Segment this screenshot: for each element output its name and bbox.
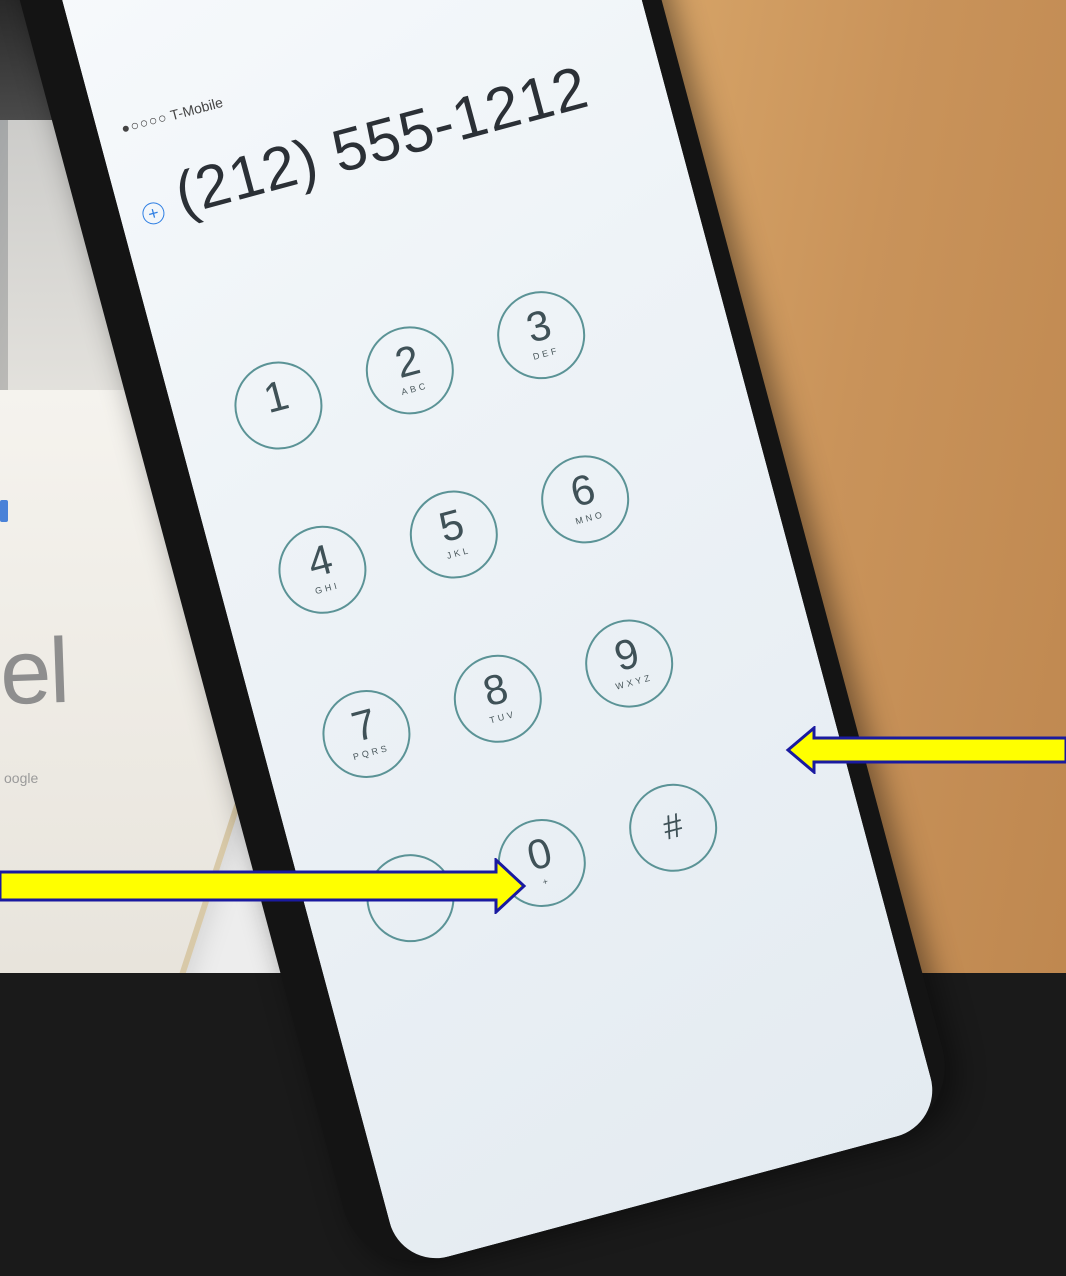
phone-screen: ●○○○○ T-Mobile + (212) 555-1212 1 2 ABC … (44, 0, 944, 1269)
arrow-pointing-to-hash-key (785, 726, 1066, 774)
key-3[interactable]: 3 DEF (487, 281, 596, 390)
arrow-pointing-to-star-key (0, 858, 527, 914)
dialer-screen: ●○○○○ T-Mobile + (212) 555-1212 1 2 ABC … (44, 0, 944, 1269)
key-6[interactable]: 6 MNO (531, 445, 640, 554)
key-5[interactable]: 5 JKL (399, 480, 508, 589)
key-2[interactable]: 2 ABC (355, 316, 464, 425)
key-4[interactable]: 4 GHI (268, 515, 377, 624)
key-symbol: # (658, 806, 687, 848)
key-7[interactable]: 7 PQRS (312, 680, 421, 788)
arrow-shape (0, 858, 527, 914)
smartphone: ●○○○○ T-Mobile + (212) 555-1212 1 2 ABC … (0, 0, 1066, 1276)
key-9[interactable]: 9 WXYZ (575, 609, 684, 718)
signal-strength: ●○○○○ (119, 108, 170, 137)
key-digit: 1 (258, 370, 294, 423)
key-hash[interactable]: # (619, 773, 728, 882)
key-1[interactable]: 1 (224, 351, 333, 460)
plus-circle-icon[interactable]: + (139, 199, 167, 227)
carrier-name: T-Mobile (168, 93, 225, 124)
status-bar: ●○○○○ T-Mobile (119, 94, 224, 137)
dialed-number: (212) 555-1212 (167, 53, 596, 228)
key-8[interactable]: 8 TUV (443, 644, 552, 753)
arrow-shape (785, 726, 1066, 774)
